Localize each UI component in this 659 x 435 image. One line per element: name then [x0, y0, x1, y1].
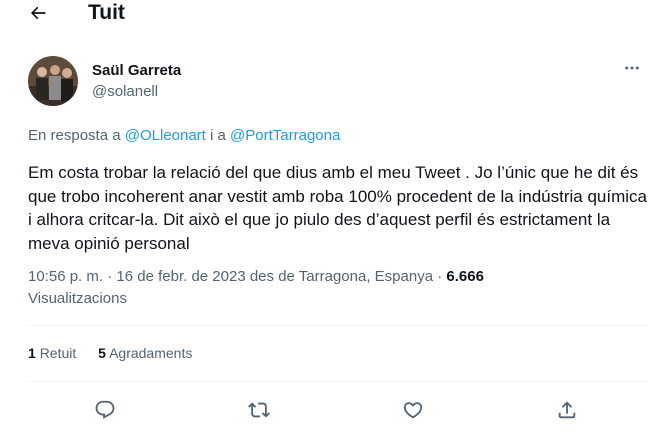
retweets-count: 1	[28, 345, 36, 361]
reply-prefix: En resposta a	[28, 127, 125, 144]
more-options-button[interactable]	[620, 58, 644, 78]
reply-joiner: i a	[205, 127, 231, 144]
divider	[28, 325, 648, 326]
like-button[interactable]	[398, 395, 428, 425]
retweet-button[interactable]	[244, 395, 274, 425]
tweet-meta: 10:56 p. m. · 16 de febr. de 2023 des de…	[28, 266, 648, 310]
likes-count: 5	[98, 345, 106, 361]
tweet-location: des de Tarragona, Espanya	[249, 268, 434, 285]
tweet-author: Saül Garreta @solanell	[28, 56, 639, 108]
views-label[interactable]: Visualitzacions	[28, 288, 648, 310]
author-handle[interactable]: @solanell	[92, 83, 158, 100]
tweet-stats: 1 Retuit 5 Agradaments	[28, 345, 210, 361]
meta-separator: ·	[437, 268, 443, 285]
share-icon	[558, 401, 576, 419]
likes-label: Agradaments	[109, 345, 193, 361]
divider	[28, 381, 648, 382]
reply-icon	[95, 400, 115, 419]
views-count[interactable]: 6.666	[446, 268, 484, 285]
reply-context: En resposta a @OLleonart i a @PortTarrag…	[28, 127, 340, 144]
retweet-icon	[248, 402, 270, 418]
tweet-time[interactable]: 10:56 p. m.	[28, 268, 103, 285]
arrow-left-icon	[30, 6, 46, 20]
retweets-stat[interactable]: 1 Retuit	[28, 345, 76, 361]
retweets-label: Retuit	[39, 345, 77, 361]
mention-link-1[interactable]: @OLleonart	[125, 127, 206, 144]
share-button[interactable]	[552, 395, 582, 425]
meta-separator: ·	[107, 268, 113, 285]
like-icon	[403, 402, 423, 419]
tweet-date[interactable]: 16 de febr. de 2023	[116, 268, 245, 285]
back-button[interactable]	[24, 0, 52, 26]
likes-stat[interactable]: 5 Agradaments	[98, 345, 192, 361]
mention-link-2[interactable]: @PortTarragona	[230, 127, 340, 144]
page-title: Tuit	[88, 1, 125, 24]
tweet-text: Em costa trobar la relació del que dius …	[28, 163, 647, 253]
tweet-actions	[28, 395, 648, 425]
more-icon	[625, 66, 639, 70]
tweet-header: Tuit	[0, 0, 659, 28]
avatar[interactable]	[28, 56, 78, 106]
reply-button[interactable]	[90, 395, 120, 425]
author-name[interactable]: Saül Garreta	[92, 62, 181, 79]
